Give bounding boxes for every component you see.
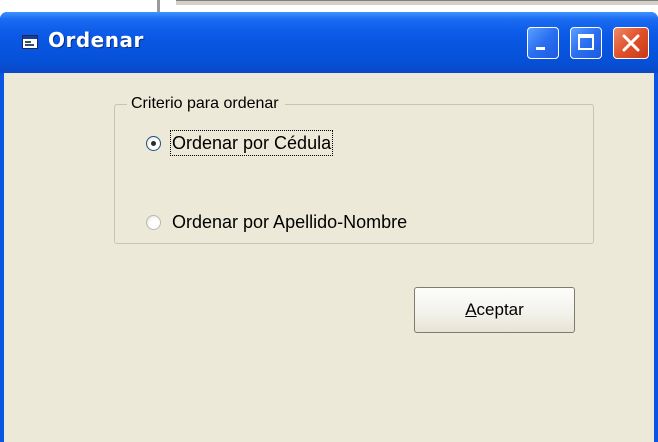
- window-title: Ordenar: [48, 28, 144, 52]
- close-button[interactable]: [613, 27, 649, 59]
- radio-sort-by-cedula[interactable]: Ordenar por Cédula: [146, 130, 334, 156]
- accept-label-rest: ceptar: [476, 300, 524, 319]
- accept-mnemonic: A: [465, 300, 477, 319]
- background-window-strip: [176, 0, 658, 5]
- radio-label-apellido-nombre[interactable]: Ordenar por Apellido-Nombre: [172, 211, 407, 233]
- groupbox-legend: Criterio para ordenar: [127, 94, 285, 114]
- maximize-button[interactable]: [570, 27, 602, 59]
- form-icon[interactable]: [22, 35, 38, 49]
- radio-label-cedula[interactable]: Ordenar por Cédula: [169, 130, 334, 156]
- minimize-button[interactable]: [527, 27, 559, 59]
- radio-button-unselected[interactable]: [146, 214, 161, 230]
- minimize-icon: [536, 47, 545, 50]
- maximize-icon: [578, 34, 594, 50]
- radio-dot: [151, 140, 156, 146]
- radio-sort-by-apellido-nombre[interactable]: Ordenar por Apellido-Nombre: [146, 210, 407, 234]
- title-bar[interactable]: Ordenar: [0, 12, 658, 73]
- screen: Ordenar Criterio para ordenar Ordenar po…: [0, 0, 658, 442]
- radio-button-selected[interactable]: [146, 135, 161, 151]
- background-window-edge: [157, 0, 160, 12]
- accept-button[interactable]: Aceptar: [414, 287, 575, 333]
- close-icon: [622, 34, 640, 52]
